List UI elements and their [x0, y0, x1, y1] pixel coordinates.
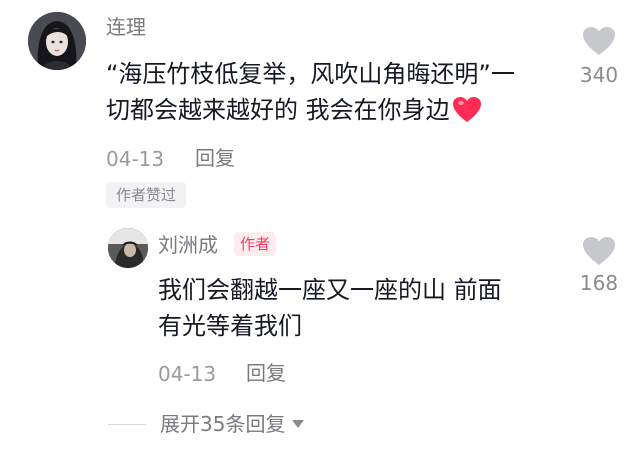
heart-icon	[583, 237, 615, 265]
reply-avatar[interactable]	[108, 228, 148, 268]
expand-replies-button[interactable]: 展开35条回复	[160, 414, 305, 434]
comment-text-line-2: 切都会越来越好的 我会在你身边	[106, 96, 450, 124]
comment-date: 04-13	[106, 147, 165, 171]
heart-emoji-icon	[452, 97, 481, 122]
caret-down-icon	[292, 420, 305, 428]
author-badge: 作者	[234, 232, 277, 256]
comment-text-line-2-row: 切都会越来越好的 我会在你身边	[106, 92, 482, 128]
comment-like-button[interactable]	[582, 26, 616, 60]
avatar-photo	[28, 12, 86, 70]
comment-like-count: 340	[579, 63, 619, 87]
comment-reply-button[interactable]: 回复	[195, 148, 235, 168]
reply-username[interactable]: 刘洲成	[158, 235, 218, 255]
reply-date: 04-13	[158, 362, 217, 386]
comment-username[interactable]: 连理	[106, 17, 146, 37]
avatar[interactable]	[28, 12, 86, 70]
reply-text-line-1: 我们会翻越一座又一座的山 前面	[158, 276, 502, 304]
reply-text-line-2: 有光等着我们	[158, 312, 302, 340]
heart-icon	[583, 27, 615, 55]
reply-like-button[interactable]	[582, 236, 616, 270]
divider	[108, 424, 146, 425]
reply-reply-button[interactable]: 回复	[246, 363, 286, 383]
reply-avatar-photo	[108, 228, 148, 268]
expand-replies-label: 展开35条回复	[160, 412, 286, 436]
reply-like-count: 168	[579, 271, 619, 295]
comment-text-line-1: “海压竹枝低复举，风吹山角晦还明”一	[106, 60, 515, 88]
author-liked-badge: 作者赞过	[106, 182, 187, 208]
